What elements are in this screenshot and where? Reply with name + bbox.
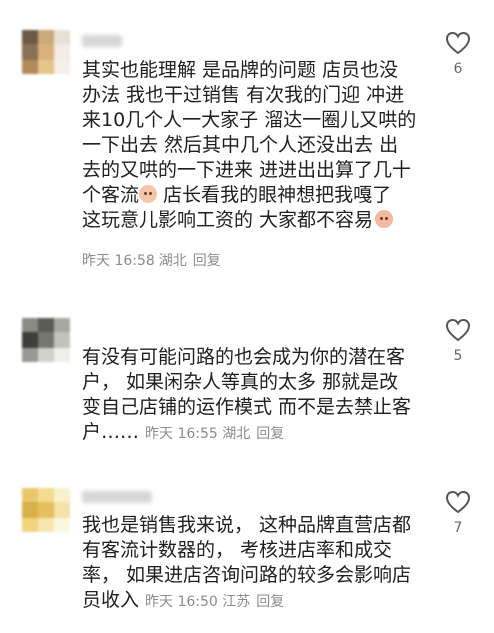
comment-line: 来10几个人一大家子 溜达一圈儿又哄的 [82,109,417,131]
comment-line-with-emoji: 这玩意儿影响工资的 大家都不容易 [82,208,422,233]
heart-outline-icon [445,318,471,342]
timestamp: 昨天 16:58 [82,253,155,269]
comment-line: 个客流 [82,184,140,206]
comment-line-with-meta: 员收入 昨天 16:50 江苏 回复 [82,588,422,615]
avatar[interactable] [22,488,70,532]
like-button[interactable]: 6 [443,31,473,77]
comment-line: 这玩意儿影响工资的 大家都不容易 [82,209,374,231]
like-count: 7 [453,520,463,536]
comment-meta: 昨天 16:50 江苏 回复 [145,594,284,610]
comment-line: 户， 如果闲杂人等真的太多 那就是改 [82,371,399,393]
comment-line: 员收入 [82,589,140,611]
like-count: 6 [453,61,463,77]
comment-meta: 昨天 16:55 湖北 回复 [145,426,284,442]
username-blurred[interactable] [82,35,122,47]
reply-button[interactable]: 回复 [256,426,284,442]
heart-outline-icon [445,31,471,55]
comment-line-with-emoji: 个客流 店长看我的眼神想把我嘎了 [82,183,422,208]
comment-line: 店长看我的眼神想把我嘎了 [163,184,392,206]
comment-text: 有没有可能问路的也会成为你的潜在客 户， 如果闲杂人等真的太多 那就是改 变自己… [82,345,422,447]
comment-line: 去的又哄的一下进来 进进出出算了几十 [82,159,412,181]
comment-line: 我也是销售我来说， 这种品牌直营店都 [82,514,412,536]
location: 湖北 [222,426,251,442]
comment-line: 办法 我也干过销售 有次我的门迎 冲进 [82,84,405,106]
emoji-crying-icon [375,210,394,228]
like-button[interactable]: 7 [443,490,473,536]
like-button[interactable]: 5 [443,318,473,364]
comment-line: 户…… [82,421,140,443]
reply-button[interactable]: 回复 [256,594,284,610]
location: 江苏 [222,594,251,610]
timestamp: 昨天 16:55 [145,426,218,442]
comment-meta: 昨天 16:58 湖北 回复 [82,250,221,270]
timestamp: 昨天 16:50 [145,594,218,610]
comment-line: 变自己店铺的运作模式 而不是去禁止客 [82,396,412,418]
comment-text: 我也是销售我来说， 这种品牌直营店都 有客流计数器的， 考核进店率和成交 率， … [82,513,422,615]
like-count: 5 [453,348,463,364]
avatar[interactable] [22,30,70,74]
reply-button[interactable]: 回复 [193,253,221,269]
heart-outline-icon [445,490,471,514]
comment-text: 其实也能理解 是品牌的问题 店员也没 办法 我也干过销售 有次我的门迎 冲进 来… [82,58,422,233]
comment-line: 有没有可能问路的也会成为你的潜在客 [82,346,406,368]
comment-line-with-meta: 户…… 昨天 16:55 湖北 回复 [82,420,422,447]
comment-line: 率， 如果进店咨询问路的较多会影响店 [82,564,412,586]
username-blurred[interactable] [82,491,152,503]
comment-line: 有客流计数器的， 考核进店率和成交 [82,539,393,561]
comment-line: 一下出去 然后其中几个人还没出去 出 [82,134,399,156]
emoji-face-icon [139,185,158,203]
location: 湖北 [158,253,187,269]
avatar[interactable] [22,318,70,362]
comment-line: 其实也能理解 是品牌的问题 店员也没 [82,59,399,81]
